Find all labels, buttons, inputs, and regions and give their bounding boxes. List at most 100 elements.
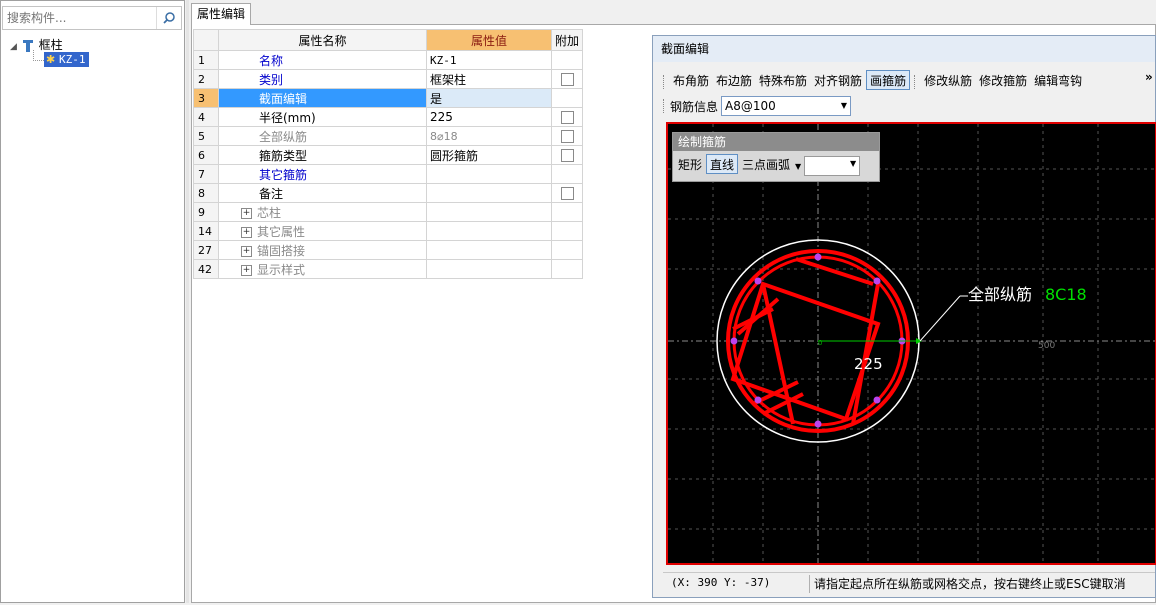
special-rebar-button[interactable]: 特殊布筋	[756, 71, 810, 91]
property-value[interactable]: 是	[426, 88, 552, 108]
window-title[interactable]: 截面编辑	[653, 36, 1155, 62]
draw-rectangle-button[interactable]: 矩形	[675, 155, 705, 175]
table-row[interactable]: 2 类别 框架柱	[193, 69, 584, 89]
extra-checkbox[interactable]	[560, 187, 574, 200]
property-value[interactable]: KZ-1	[426, 50, 552, 70]
chevron-down-icon: ▼	[850, 158, 857, 168]
expand-plus-icon[interactable]: +	[241, 245, 252, 257]
row-number: 3	[193, 88, 219, 108]
search-box	[2, 6, 182, 30]
extra-checkbox[interactable]	[560, 130, 574, 143]
table-row[interactable]: 27 + 锚固搭接	[193, 240, 584, 260]
table-row[interactable]: 9 + 芯柱	[193, 202, 584, 222]
place-corner-rebar-button[interactable]: 布角筋	[670, 71, 712, 91]
row-number: 6	[193, 145, 219, 165]
rebar-info-value: A8@100	[725, 99, 776, 113]
table-row[interactable]: 1 名称 KZ-1	[193, 50, 584, 70]
align-rebar-button[interactable]: 对齐钢筋	[811, 71, 865, 91]
grid-header-row: 属性名称 属性值 附加	[193, 29, 584, 51]
expand-plus-icon[interactable]: +	[241, 264, 252, 276]
extra-checkbox[interactable]	[560, 111, 574, 124]
tree-node-label: KZ-1	[59, 53, 86, 66]
chevron-down-icon: ▼	[840, 101, 848, 110]
cursor-coordinates: (X: 390 Y: -37)	[671, 576, 771, 589]
property-value[interactable]	[426, 259, 552, 279]
property-name: 备注	[259, 186, 284, 201]
row-number: 1	[193, 50, 219, 70]
table-row[interactable]: 7 其它箍筋	[193, 164, 584, 184]
extra-checkbox[interactable]	[560, 73, 574, 86]
table-row[interactable]: 5 全部纵筋 8⌀18	[193, 126, 584, 146]
table-row[interactable]: 3 截面编辑 是	[193, 88, 584, 108]
row-number: 42	[193, 259, 219, 279]
extra-cell	[550, 50, 584, 70]
property-value[interactable]: 圆形箍筋	[426, 145, 552, 165]
panel-splitter[interactable]	[186, 0, 189, 603]
rebar-info-select[interactable]: A8@100 ▼	[721, 96, 852, 116]
table-row[interactable]: 6 箍筋类型 圆形箍筋	[193, 145, 584, 165]
expand-plus-icon[interactable]: +	[241, 226, 252, 238]
property-value[interactable]: 225	[426, 107, 552, 127]
header-property-name[interactable]: 属性名称	[218, 29, 427, 51]
table-row[interactable]: 14 + 其它属性	[193, 221, 584, 241]
table-row[interactable]: 4 半径(mm) 225	[193, 107, 584, 127]
draw-panel-title[interactable]: 绘制箍筋	[673, 133, 879, 151]
search-icon	[163, 12, 175, 24]
property-value[interactable]: 框架柱	[426, 69, 552, 89]
longitudinal-rebar-annotation-value: 8C18	[1045, 285, 1087, 304]
property-grid: 属性名称 属性值 附加 1 名称 KZ-1 2 类别 框架柱 3 截面编辑 是 …	[193, 29, 584, 279]
row-number: 8	[193, 183, 219, 203]
rebar-toolbar: 布角筋 布边筋 特殊布筋 对齐钢筋 画箍筋 修改纵筋 修改箍筋 编辑弯钩	[663, 70, 1086, 90]
property-name: 其它箍筋	[259, 167, 308, 182]
property-value[interactable]	[426, 240, 552, 260]
property-name: 显示样式	[257, 262, 306, 277]
toolbar-grip[interactable]	[663, 74, 666, 89]
extra-cell	[550, 202, 584, 222]
header-extra[interactable]: 附加	[550, 29, 584, 51]
tab-property-edit[interactable]: 属性编辑	[191, 3, 251, 25]
table-row[interactable]: 8 备注	[193, 183, 584, 203]
extra-checkbox[interactable]	[560, 149, 574, 162]
search-button[interactable]	[156, 7, 181, 29]
axis-tick-label: 500	[1038, 341, 1055, 351]
row-number: 14	[193, 221, 219, 241]
property-value[interactable]	[426, 164, 552, 184]
section-canvas[interactable]: 0 500 225 全部纵筋 8C18 绘制箍筋 矩形 直线 三点画弧 ▼ ▼	[666, 122, 1156, 565]
property-value[interactable]	[426, 202, 552, 222]
draw-line-button[interactable]: 直线	[706, 154, 739, 174]
radius-dimension-label: 225	[854, 355, 883, 373]
component-tree-panel	[0, 0, 185, 603]
arc-options-dropdown-icon[interactable]: ▼	[795, 162, 801, 171]
property-name: 箍筋类型	[259, 148, 308, 163]
modify-stirrup-button[interactable]: 修改箍筋	[976, 71, 1030, 91]
expand-plus-icon[interactable]: +	[241, 207, 252, 219]
row-number: 9	[193, 202, 219, 222]
arc-options-select[interactable]: ▼	[804, 155, 861, 176]
toolbar-overflow-button[interactable]: »	[1145, 70, 1153, 84]
table-row[interactable]: 42 + 显示样式	[193, 259, 584, 279]
extra-cell	[550, 240, 584, 260]
origin-mark: 0	[818, 339, 822, 347]
collapse-toggle-icon[interactable]: ◢	[10, 42, 17, 52]
place-edge-rebar-button[interactable]: 布边筋	[713, 71, 755, 91]
grid-corner	[193, 29, 219, 51]
extra-cell	[550, 221, 584, 241]
tree-node-kz1[interactable]: ✱ KZ-1	[44, 52, 89, 67]
modify-longitudinal-button[interactable]: 修改纵筋	[921, 71, 975, 91]
property-value[interactable]: 8⌀18	[426, 126, 552, 146]
property-name: 半径(mm)	[259, 110, 316, 125]
draw-stirrup-button[interactable]: 画箍筋	[866, 70, 911, 90]
extra-cell	[550, 259, 584, 279]
row-number: 5	[193, 126, 219, 146]
toolbar-grip[interactable]	[663, 99, 666, 113]
edit-hook-button[interactable]: 编辑弯钩	[1031, 71, 1085, 91]
draw-three-point-arc-button[interactable]: 三点画弧	[739, 155, 793, 175]
axis-lines	[668, 124, 1155, 563]
draw-stirrup-panel: 绘制箍筋 矩形 直线 三点画弧 ▼ ▼	[672, 132, 880, 182]
property-value[interactable]	[426, 183, 552, 203]
property-value[interactable]	[426, 221, 552, 241]
row-number: 27	[193, 240, 219, 260]
header-property-value[interactable]: 属性值	[426, 29, 552, 51]
search-input[interactable]	[3, 7, 161, 29]
rebar-info-label: 钢筋信息	[670, 99, 719, 114]
